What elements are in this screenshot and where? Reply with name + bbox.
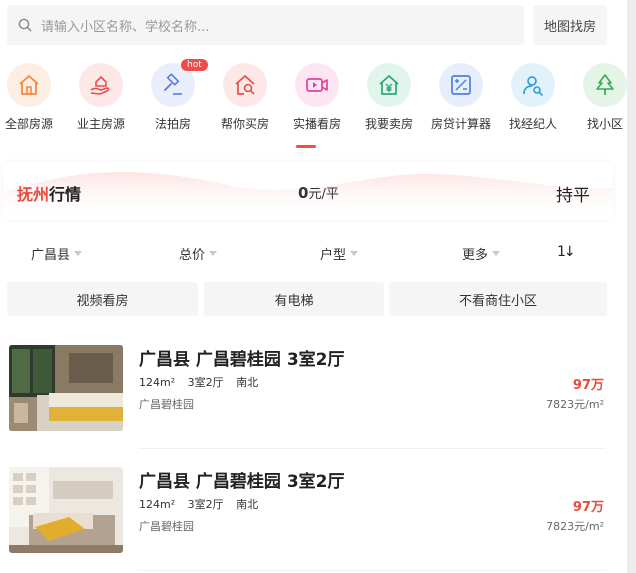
divider bbox=[138, 448, 606, 449]
listing-rooms: 3室2厅 bbox=[187, 376, 224, 389]
listing-title: 广昌县 广昌碧桂园 3室2厅 bbox=[139, 350, 345, 370]
market-summary-card[interactable]: 抚州 行情 0元/平 持平 bbox=[3, 162, 613, 220]
category-label: 房贷计算器 bbox=[430, 117, 491, 131]
category-owner-listings[interactable]: 业主房源 bbox=[65, 58, 137, 138]
filter-more-label: 更多 bbox=[462, 248, 489, 263]
category-live-viewing[interactable]: 实播看房 bbox=[281, 58, 353, 138]
market-average-price: 0元/平 bbox=[298, 183, 339, 202]
listing-photo bbox=[9, 467, 123, 553]
caret-down-icon bbox=[350, 251, 359, 256]
listing-total-price: 97万 bbox=[572, 500, 604, 515]
calculator-icon bbox=[439, 63, 483, 107]
listing-card[interactable]: 广昌县 广昌碧桂园 3室2厅 124m² 3室2厅 南北 广昌碧桂园 97万 7… bbox=[9, 345, 607, 431]
listing-card[interactable]: 广昌县 广昌碧桂园 3室2厅 124m² 3室2厅 南北 广昌碧桂园 97万 7… bbox=[9, 467, 607, 553]
app-page: 请输入小区名称、学校名称... 地图找房 全部房源 业主房源 hot 法拍房 帮… bbox=[0, 0, 636, 573]
listing-total-price: 97万 bbox=[572, 378, 604, 393]
house-icon bbox=[7, 63, 51, 107]
active-category-indicator bbox=[296, 145, 316, 148]
category-label: 法拍房 bbox=[154, 117, 191, 131]
listing-unit-price: 7823元/m² bbox=[546, 520, 604, 533]
house-search-icon bbox=[223, 63, 267, 107]
video-icon bbox=[295, 63, 339, 107]
category-help-buy[interactable]: 帮你买房 bbox=[209, 58, 281, 138]
category-loan-calculator[interactable]: 房贷计算器 bbox=[425, 58, 497, 138]
tree-icon bbox=[583, 63, 627, 107]
listing-rooms: 3室2厅 bbox=[187, 498, 224, 511]
filter-bar: 广昌县 总价 户型 更多 1↓ bbox=[0, 238, 620, 268]
hand-house-icon bbox=[79, 63, 123, 107]
filter-price[interactable]: 总价 bbox=[179, 244, 218, 263]
caret-down-icon bbox=[209, 251, 218, 256]
caret-down-icon bbox=[492, 251, 501, 256]
agent-icon bbox=[511, 63, 555, 107]
listing-community: 广昌碧桂园 bbox=[139, 398, 194, 411]
category-all-listings[interactable]: 全部房源 bbox=[0, 58, 65, 138]
listing-meta: 124m² 3室2厅 南北 bbox=[139, 374, 267, 390]
hot-badge: hot bbox=[181, 59, 208, 71]
page-scrollbar[interactable] bbox=[627, 0, 636, 573]
filter-price-label: 总价 bbox=[179, 248, 206, 263]
listing-area: 124m² bbox=[139, 376, 176, 389]
category-label: 找经纪人 bbox=[508, 117, 557, 131]
market-price-value: 0 bbox=[298, 184, 309, 202]
market-trend: 持平 bbox=[556, 186, 590, 206]
category-find-community[interactable]: 找小区 bbox=[569, 58, 636, 138]
listing-community: 广昌碧桂园 bbox=[139, 520, 194, 533]
tag-exclude-commercial[interactable]: 不看商住小区 bbox=[389, 282, 607, 316]
category-label: 我要卖房 bbox=[364, 117, 413, 131]
category-nav: 全部房源 业主房源 hot 法拍房 帮你买房 实播看房 我要卖房 房贷计算器 找… bbox=[0, 58, 627, 148]
market-city: 抚州 bbox=[17, 185, 50, 204]
map-search-button[interactable]: 地图找房 bbox=[533, 5, 607, 45]
filter-layout-label: 户型 bbox=[320, 248, 347, 263]
category-label: 业主房源 bbox=[76, 117, 125, 131]
category-label: 找小区 bbox=[586, 117, 623, 131]
search-placeholder: 请输入小区名称、学校名称... bbox=[41, 19, 210, 35]
category-sell-house[interactable]: 我要卖房 bbox=[353, 58, 425, 138]
tag-has-elevator[interactable]: 有电梯 bbox=[204, 282, 384, 316]
sort-icon[interactable]: 1↓ bbox=[557, 244, 576, 260]
category-label: 全部房源 bbox=[4, 117, 53, 131]
market-title: 行情 bbox=[49, 185, 82, 204]
caret-down-icon bbox=[74, 251, 83, 256]
yuan-house-icon bbox=[367, 63, 411, 107]
search-icon bbox=[18, 18, 32, 32]
filter-more[interactable]: 更多 bbox=[462, 244, 501, 263]
listing-orientation: 南北 bbox=[236, 498, 259, 511]
tag-video-viewing[interactable]: 视频看房 bbox=[7, 282, 198, 316]
listing-unit-price: 7823元/m² bbox=[546, 398, 604, 411]
divider bbox=[138, 570, 606, 571]
listing-meta: 124m² 3室2厅 南北 bbox=[139, 496, 267, 512]
filter-layout[interactable]: 户型 bbox=[320, 244, 359, 263]
category-auction-houses[interactable]: hot 法拍房 bbox=[137, 58, 209, 138]
filter-area-label: 广昌县 bbox=[31, 248, 71, 263]
listing-area: 124m² bbox=[139, 498, 176, 511]
listing-orientation: 南北 bbox=[236, 376, 259, 389]
market-price-unit: 元/平 bbox=[308, 187, 339, 202]
category-label: 实播看房 bbox=[292, 117, 341, 131]
category-label: 帮你买房 bbox=[220, 117, 269, 131]
filter-area[interactable]: 广昌县 bbox=[31, 244, 83, 263]
listing-photo bbox=[9, 345, 123, 431]
search-input[interactable]: 请输入小区名称、学校名称... bbox=[7, 5, 524, 45]
listing-title: 广昌县 广昌碧桂园 3室2厅 bbox=[139, 472, 345, 492]
category-find-agent[interactable]: 找经纪人 bbox=[497, 58, 569, 138]
search-bar: 请输入小区名称、学校名称... 地图找房 bbox=[7, 5, 607, 45]
